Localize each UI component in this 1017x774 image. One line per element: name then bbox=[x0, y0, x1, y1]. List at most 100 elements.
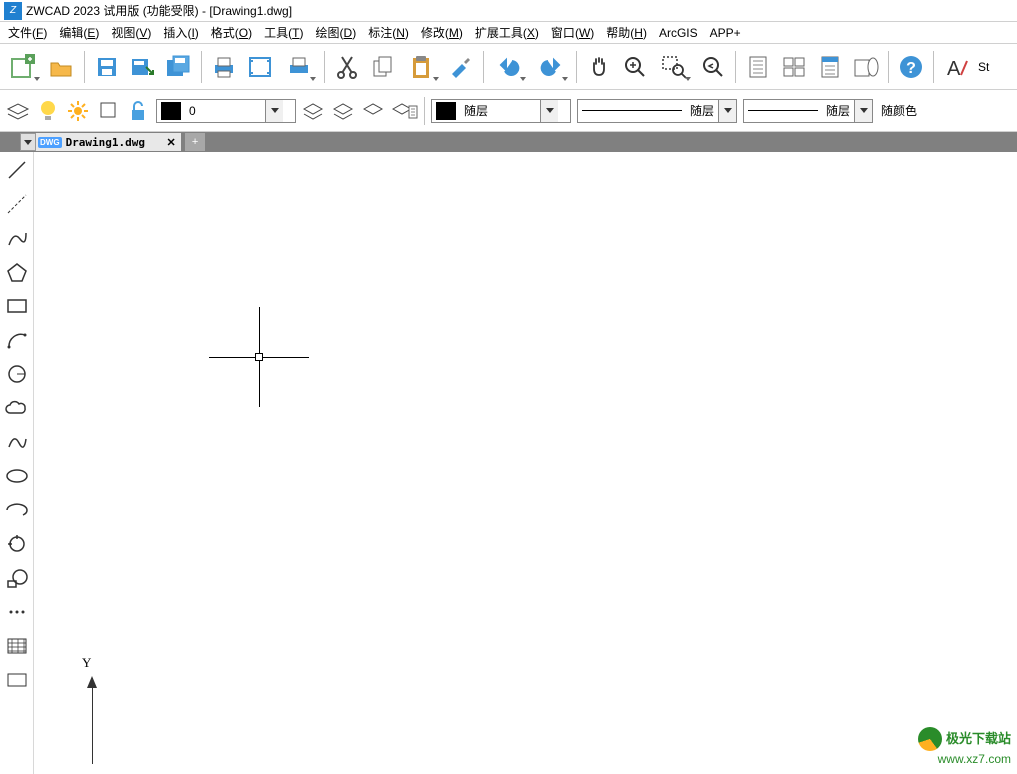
document-tab-active[interactable]: DWG Drawing1.dwg ✕ bbox=[36, 133, 181, 151]
lineweight-preview-icon bbox=[748, 110, 818, 111]
print-button[interactable] bbox=[208, 51, 240, 83]
undo-button[interactable] bbox=[490, 51, 528, 83]
pan-button[interactable] bbox=[583, 51, 615, 83]
new-tab-button[interactable]: + bbox=[185, 133, 205, 151]
title-bar: Z ZWCAD 2023 试用版 (功能受限) - [Drawing1.dwg] bbox=[0, 0, 1017, 22]
match-properties-button[interactable] bbox=[445, 51, 477, 83]
menu-arcgis[interactable]: ArcGIS bbox=[653, 24, 704, 42]
polygon-tool[interactable] bbox=[3, 258, 31, 286]
layer-previous-button[interactable] bbox=[300, 97, 328, 125]
layer-state-button[interactable] bbox=[330, 97, 358, 125]
separator bbox=[576, 51, 577, 83]
color-combo[interactable]: 随层 bbox=[431, 99, 571, 123]
menu-draw[interactable]: 绘图(D) bbox=[310, 22, 363, 43]
layer-on-icon[interactable] bbox=[34, 97, 62, 125]
insert-block-tool[interactable] bbox=[3, 530, 31, 558]
chevron-down-icon[interactable] bbox=[265, 100, 283, 122]
sheet-set-button[interactable] bbox=[850, 51, 882, 83]
cut-button[interactable] bbox=[331, 51, 363, 83]
circle-tool[interactable] bbox=[3, 360, 31, 388]
paste-button[interactable] bbox=[403, 51, 441, 83]
linetype-value: 随层 bbox=[686, 102, 718, 119]
menu-view[interactable]: 视图(V) bbox=[105, 22, 157, 43]
close-tab-button[interactable]: ✕ bbox=[163, 136, 179, 149]
svg-text:A: A bbox=[947, 58, 961, 79]
standard-toolbar: ? A St bbox=[0, 44, 1017, 90]
arc-tool[interactable] bbox=[3, 326, 31, 354]
zoom-previous-button[interactable] bbox=[697, 51, 729, 83]
zoom-realtime-button[interactable] bbox=[619, 51, 651, 83]
save-all-button[interactable] bbox=[163, 51, 195, 83]
ellipse-tool[interactable] bbox=[3, 462, 31, 490]
save-button[interactable] bbox=[91, 51, 123, 83]
design-center-button[interactable] bbox=[778, 51, 810, 83]
color-value: 随层 bbox=[460, 102, 540, 119]
point-tool[interactable] bbox=[3, 598, 31, 626]
rectangle-tool[interactable] bbox=[3, 292, 31, 320]
chevron-down-icon[interactable] bbox=[540, 100, 558, 122]
polyline-tool[interactable] bbox=[3, 224, 31, 252]
work-area: Y bbox=[0, 152, 1017, 774]
redo-button[interactable] bbox=[532, 51, 570, 83]
menu-tools[interactable]: 工具(T) bbox=[258, 22, 309, 43]
layer-iso-button[interactable] bbox=[360, 97, 388, 125]
plot-style-label: 随颜色 bbox=[877, 102, 921, 119]
copy-button[interactable] bbox=[367, 51, 399, 83]
document-tab-bar: DWG Drawing1.dwg ✕ + bbox=[0, 132, 1017, 152]
revision-cloud-tool[interactable] bbox=[3, 394, 31, 422]
separator bbox=[888, 51, 889, 83]
tab-list-dropdown[interactable] bbox=[20, 133, 36, 151]
menu-dimension[interactable]: 标注(N) bbox=[362, 22, 415, 43]
window-title: ZWCAD 2023 试用版 (功能受限) - [Drawing1.dwg] bbox=[26, 2, 292, 19]
layer-freeze-icon[interactable] bbox=[64, 97, 92, 125]
svg-text:?: ? bbox=[906, 60, 916, 77]
separator bbox=[933, 51, 934, 83]
make-block-tool[interactable] bbox=[3, 564, 31, 592]
zoom-window-button[interactable] bbox=[655, 51, 693, 83]
menu-express[interactable]: 扩展工具(X) bbox=[469, 22, 545, 43]
layer-manager-button[interactable] bbox=[4, 97, 32, 125]
menu-appplus[interactable]: APP+ bbox=[704, 24, 747, 42]
text-style-button[interactable]: A bbox=[940, 51, 972, 83]
lineweight-combo[interactable]: 随层 bbox=[743, 99, 873, 123]
gradient-tool[interactable] bbox=[3, 666, 31, 694]
menu-window[interactable]: 窗口(W) bbox=[545, 22, 600, 43]
layer-color-swatch bbox=[161, 102, 181, 120]
publish-button[interactable] bbox=[280, 51, 318, 83]
menu-edit[interactable]: 编辑(E) bbox=[53, 22, 105, 43]
menu-help[interactable]: 帮助(H) bbox=[600, 22, 653, 43]
chevron-down-icon[interactable] bbox=[854, 100, 872, 122]
menu-format[interactable]: 格式(O) bbox=[205, 22, 258, 43]
new-button[interactable] bbox=[4, 51, 42, 83]
chevron-down-icon[interactable] bbox=[718, 100, 736, 122]
tool-palettes-button[interactable] bbox=[814, 51, 846, 83]
save-as-button[interactable] bbox=[127, 51, 159, 83]
separator bbox=[201, 51, 202, 83]
help-button[interactable]: ? bbox=[895, 51, 927, 83]
line-tool[interactable] bbox=[3, 156, 31, 184]
ellipse-arc-tool[interactable] bbox=[3, 496, 31, 524]
spline-tool[interactable] bbox=[3, 428, 31, 456]
layer-combo[interactable]: 0 bbox=[156, 99, 296, 123]
print-preview-button[interactable] bbox=[244, 51, 276, 83]
layer-lock-icon[interactable] bbox=[94, 97, 122, 125]
toolbar-truncated-label: St bbox=[976, 60, 991, 74]
chevron-down-icon bbox=[34, 77, 40, 81]
menu-insert[interactable]: 插入(I) bbox=[157, 22, 204, 43]
watermark-text-2: www.xz7.com bbox=[918, 751, 1011, 768]
watermark-text-1: 极光下载站 bbox=[946, 730, 1011, 748]
open-button[interactable] bbox=[46, 51, 78, 83]
watermark-logo-icon bbox=[918, 727, 942, 751]
properties-button[interactable] bbox=[742, 51, 774, 83]
layer-unlock-icon[interactable] bbox=[124, 97, 152, 125]
menu-modify[interactable]: 修改(M) bbox=[415, 22, 469, 43]
hatch-tool[interactable] bbox=[3, 632, 31, 660]
drawing-canvas[interactable]: Y bbox=[34, 152, 1017, 774]
layer-walk-button[interactable] bbox=[390, 97, 420, 125]
menu-file[interactable]: 文件(F) bbox=[2, 22, 53, 43]
linetype-combo[interactable]: 随层 bbox=[577, 99, 737, 123]
separator bbox=[735, 51, 736, 83]
chevron-down-icon bbox=[433, 77, 439, 81]
layer-current-value: 0 bbox=[185, 104, 265, 118]
construction-line-tool[interactable] bbox=[3, 190, 31, 218]
